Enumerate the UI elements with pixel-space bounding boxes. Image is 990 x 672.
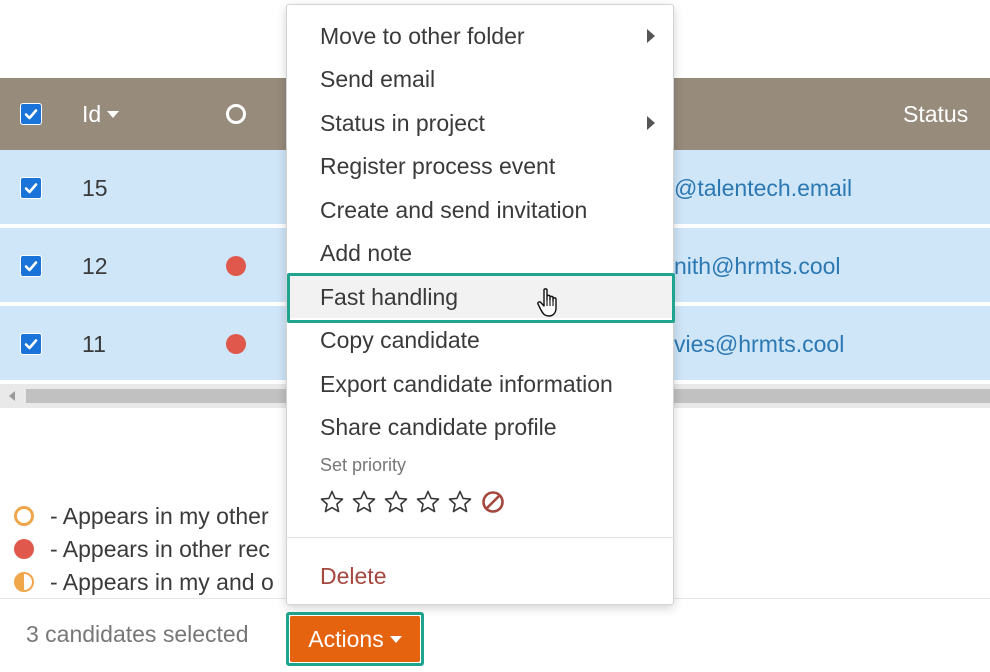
row-checkbox[interactable] — [20, 228, 42, 304]
menu-item-label: Copy candidate — [320, 326, 480, 353]
menu-item-label: Add note — [320, 239, 413, 266]
fast-handling-highlight-frame — [287, 273, 675, 323]
menu-item-label: Send email — [320, 65, 436, 92]
menu-item-label: Move to other folder — [320, 22, 525, 49]
half-orange-icon — [14, 572, 34, 592]
legend-item: - Appears in other rec — [14, 533, 270, 565]
menu-item-label: Create and send invitation — [320, 196, 588, 223]
red-dot-icon — [226, 256, 246, 276]
sort-caret-icon — [107, 110, 120, 118]
legend-text: - Appears in other rec — [50, 535, 270, 562]
column-header-id[interactable]: Id — [82, 78, 120, 150]
selected-count-text: 3 candidates selected — [26, 621, 249, 647]
checkbox-checked-icon — [20, 177, 42, 199]
legend-item: - Appears in my other — [14, 500, 269, 532]
legend-text: - Appears in my other — [50, 502, 269, 529]
actions-menu: Move to other folder Send email Status i… — [286, 4, 675, 605]
red-dot-icon — [226, 334, 246, 354]
row-id: 11 — [82, 330, 106, 357]
submenu-arrow-icon — [647, 29, 655, 43]
status-ring-icon — [226, 104, 246, 124]
star-icon[interactable] — [447, 489, 473, 515]
star-icon[interactable] — [319, 489, 345, 515]
orange-ring-icon — [14, 506, 34, 526]
column-header-id-label: Id — [82, 100, 102, 127]
hand-cursor-icon — [537, 288, 557, 317]
select-all-checkbox[interactable] — [20, 78, 42, 150]
no-priority-icon[interactable] — [481, 490, 505, 514]
column-header-status-label: Status — [903, 100, 969, 127]
checkbox-checked-icon — [20, 103, 42, 125]
row-checkbox[interactable] — [20, 306, 42, 382]
selection-footer: 3 candidates selected Actions — [0, 598, 990, 672]
star-icon[interactable] — [383, 489, 409, 515]
caret-down-icon — [389, 635, 402, 643]
row-email[interactable]: @talentech.email — [674, 150, 852, 226]
priority-stars — [319, 489, 505, 515]
menu-item-label: Delete — [320, 562, 387, 589]
menu-item-move-to-other-folder[interactable]: Move to other folder — [287, 15, 673, 57]
checkbox-checked-icon — [20, 255, 42, 277]
star-icon[interactable] — [415, 489, 441, 515]
actions-button-label: Actions — [308, 625, 384, 652]
menu-item-share-candidate-profile[interactable]: Share candidate profile — [287, 406, 673, 448]
menu-item-add-note[interactable]: Add note — [287, 232, 673, 274]
checkbox-checked-icon — [20, 333, 42, 355]
submenu-arrow-icon — [647, 116, 655, 130]
column-header-status[interactable]: Status — [903, 78, 968, 150]
row-checkbox[interactable] — [20, 150, 42, 226]
set-priority-label: Set priority — [320, 455, 407, 475]
star-icon[interactable] — [351, 489, 377, 515]
menu-item-send-email[interactable]: Send email — [287, 58, 673, 100]
menu-item-label: Status in project — [320, 109, 485, 136]
menu-item-label: Register process event — [320, 152, 556, 179]
menu-item-label: Export candidate information — [320, 370, 613, 397]
menu-item-delete[interactable]: Delete — [287, 555, 673, 597]
menu-item-create-and-send-invitation[interactable]: Create and send invitation — [287, 189, 673, 231]
row-email[interactable]: nith@hrmts.cool — [674, 228, 841, 304]
menu-divider — [287, 537, 673, 538]
actions-button[interactable]: Actions — [290, 616, 420, 662]
menu-item-export-candidate-information[interactable]: Export candidate information — [287, 363, 673, 405]
red-dot-icon — [14, 539, 34, 559]
row-email[interactable]: vies@hrmts.cool — [674, 306, 844, 382]
row-id: 15 — [82, 174, 108, 201]
row-status-mark — [226, 306, 246, 382]
menu-item-register-process-event[interactable]: Register process event — [287, 145, 673, 187]
menu-item-label: Share candidate profile — [320, 413, 557, 440]
legend-text: - Appears in my and o — [50, 568, 274, 595]
menu-item-copy-candidate[interactable]: Copy candidate — [287, 319, 673, 361]
menu-item-status-in-project[interactable]: Status in project — [287, 102, 673, 144]
column-header-status-ring — [226, 78, 246, 150]
row-status-mark — [226, 228, 246, 304]
row-id: 12 — [82, 252, 108, 279]
legend-item: - Appears in my and o — [14, 566, 274, 598]
scroll-left-arrow-icon[interactable] — [9, 391, 15, 401]
